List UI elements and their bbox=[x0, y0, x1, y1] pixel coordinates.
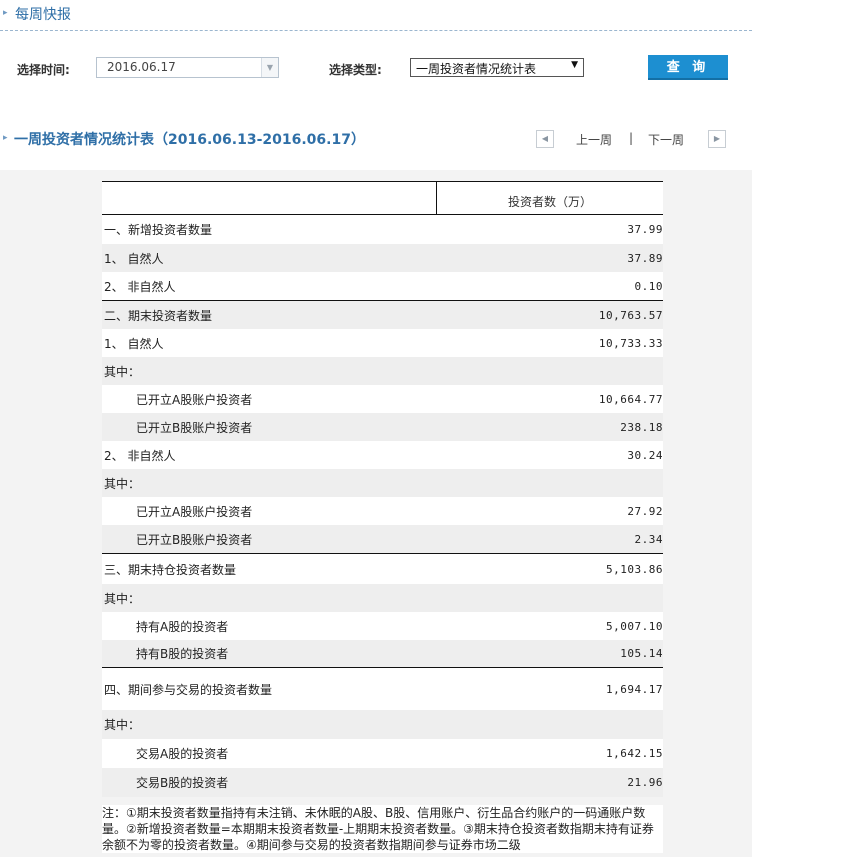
row-label: 已开立B股账户投资者 bbox=[136, 420, 253, 435]
row-label: 一、新增投资者数量 bbox=[104, 223, 213, 237]
table-row: 2、 非自然人 30.24 bbox=[102, 441, 663, 469]
table-row: 已开立B股账户投资者 2.34 bbox=[102, 525, 663, 553]
table-row: 已开立A股账户投资者 10,664.77 bbox=[102, 385, 663, 413]
row-value: 2.34 bbox=[634, 532, 663, 546]
table-row: 四、期间参与交易的投资者数量 1,694.17 bbox=[102, 667, 663, 710]
type-label: 选择类型: bbox=[329, 63, 382, 77]
calendar-dropdown-icon[interactable]: ▼ bbox=[261, 58, 278, 77]
row-value: 37.89 bbox=[627, 251, 663, 265]
row-label: 2、 非自然人 bbox=[104, 448, 176, 463]
nav-separator: | bbox=[629, 131, 634, 145]
table-row: 2、 非自然人 0.10 bbox=[102, 272, 663, 300]
table-row: 其中： bbox=[102, 584, 663, 612]
bullet-arrow-icon: ▸ bbox=[3, 133, 8, 143]
row-label: 1、 自然人 bbox=[104, 336, 164, 351]
type-select-value: 一周投资者情况统计表 bbox=[416, 62, 537, 76]
row-label: 1、 自然人 bbox=[104, 251, 164, 266]
table-footnote: 注：①期末投资者数量指持有未注销、未休眠的A股、B股、信用账户、衍生品合约账户的… bbox=[102, 805, 663, 853]
row-value: 1,694.17 bbox=[606, 682, 663, 696]
table-row: 持有B股的投资者 105.14 bbox=[102, 640, 663, 667]
section-title: 一周投资者情况统计表（2016.06.13-2016.06.17） bbox=[14, 132, 365, 148]
row-value: 10,763.57 bbox=[598, 308, 663, 322]
column-header: 投资者数（万） bbox=[507, 195, 592, 209]
row-value: 37.99 bbox=[627, 223, 663, 236]
row-label: 已开立A股账户投资者 bbox=[136, 392, 253, 407]
query-button[interactable]: 查 询 bbox=[648, 55, 728, 80]
row-value: 21.96 bbox=[627, 776, 663, 789]
row-label: 二、期末投资者数量 bbox=[104, 308, 213, 323]
row-label: 四、期间参与交易的投资者数量 bbox=[104, 682, 273, 697]
row-label: 其中： bbox=[104, 364, 141, 379]
row-label: 已开立B股账户投资者 bbox=[136, 532, 253, 547]
row-value: 10,664.77 bbox=[598, 392, 663, 406]
prev-week-link[interactable]: 上一周 bbox=[576, 131, 612, 148]
table-row: 交易B股的投资者 21.96 bbox=[102, 768, 663, 797]
row-value: 5,103.86 bbox=[606, 562, 663, 576]
bullet-arrow-icon: ▸ bbox=[3, 8, 8, 18]
row-value: 30.24 bbox=[627, 448, 663, 462]
row-label: 持有B股的投资者 bbox=[136, 647, 229, 661]
row-value: 105.14 bbox=[620, 647, 663, 660]
table-row: 二、期末投资者数量 10,763.57 bbox=[102, 300, 663, 329]
row-value: 1,642.15 bbox=[606, 747, 663, 760]
row-value: 5,007.10 bbox=[606, 619, 663, 633]
row-label: 其中： bbox=[104, 476, 141, 491]
date-value: 2016.06.17 bbox=[107, 60, 176, 74]
row-label: 其中： bbox=[104, 718, 141, 732]
table-row: 1、 自然人 10,733.33 bbox=[102, 329, 663, 357]
row-label: 三、期末持仓投资者数量 bbox=[104, 562, 237, 577]
row-value: 10,733.33 bbox=[598, 336, 663, 350]
investor-stats-table: 投资者数（万） 一、新增投资者数量 37.99 1、 自然人 37.89 2、 非自… bbox=[102, 181, 663, 797]
table-row: 已开立A股账户投资者 27.92 bbox=[102, 497, 663, 525]
row-label: 其中： bbox=[104, 591, 141, 606]
row-label: 持有A股的投资者 bbox=[136, 619, 229, 634]
time-label: 选择时间: bbox=[17, 63, 70, 77]
prev-arrow-icon[interactable]: ◀ bbox=[536, 130, 554, 148]
date-input[interactable]: 2016.06.17 ▼ bbox=[96, 57, 279, 78]
table-row: 持有A股的投资者 5,007.10 bbox=[102, 612, 663, 640]
row-label: 已开立A股账户投资者 bbox=[136, 504, 253, 519]
row-value: 27.92 bbox=[627, 504, 663, 518]
table-row: 一、新增投资者数量 37.99 bbox=[102, 215, 663, 244]
next-week-link[interactable]: 下一周 bbox=[648, 131, 684, 148]
page-header: ▸ 每周快报 bbox=[0, 0, 752, 31]
table-header: 投资者数（万） bbox=[102, 181, 663, 215]
type-select[interactable]: 一周投资者情况统计表 ▼ bbox=[410, 58, 584, 77]
chevron-down-icon: ▼ bbox=[571, 60, 578, 70]
table-row: 三、期末持仓投资者数量 5,103.86 bbox=[102, 553, 663, 584]
table-row: 其中： bbox=[102, 469, 663, 497]
table-row: 交易A股的投资者 1,642.15 bbox=[102, 739, 663, 768]
row-label: 2、 非自然人 bbox=[104, 279, 176, 294]
table-row: 1、 自然人 37.89 bbox=[102, 244, 663, 272]
table-row: 其中： bbox=[102, 357, 663, 385]
row-label: 交易B股的投资者 bbox=[136, 776, 229, 790]
next-arrow-icon[interactable]: ▶ bbox=[708, 130, 726, 148]
row-label: 交易A股的投资者 bbox=[136, 747, 229, 761]
table-row: 其中： bbox=[102, 710, 663, 739]
page-title: 每周快报 bbox=[15, 7, 71, 23]
row-value: 238.18 bbox=[620, 420, 663, 434]
row-value: 0.10 bbox=[634, 279, 663, 293]
table-row: 已开立B股账户投资者 238.18 bbox=[102, 413, 663, 441]
